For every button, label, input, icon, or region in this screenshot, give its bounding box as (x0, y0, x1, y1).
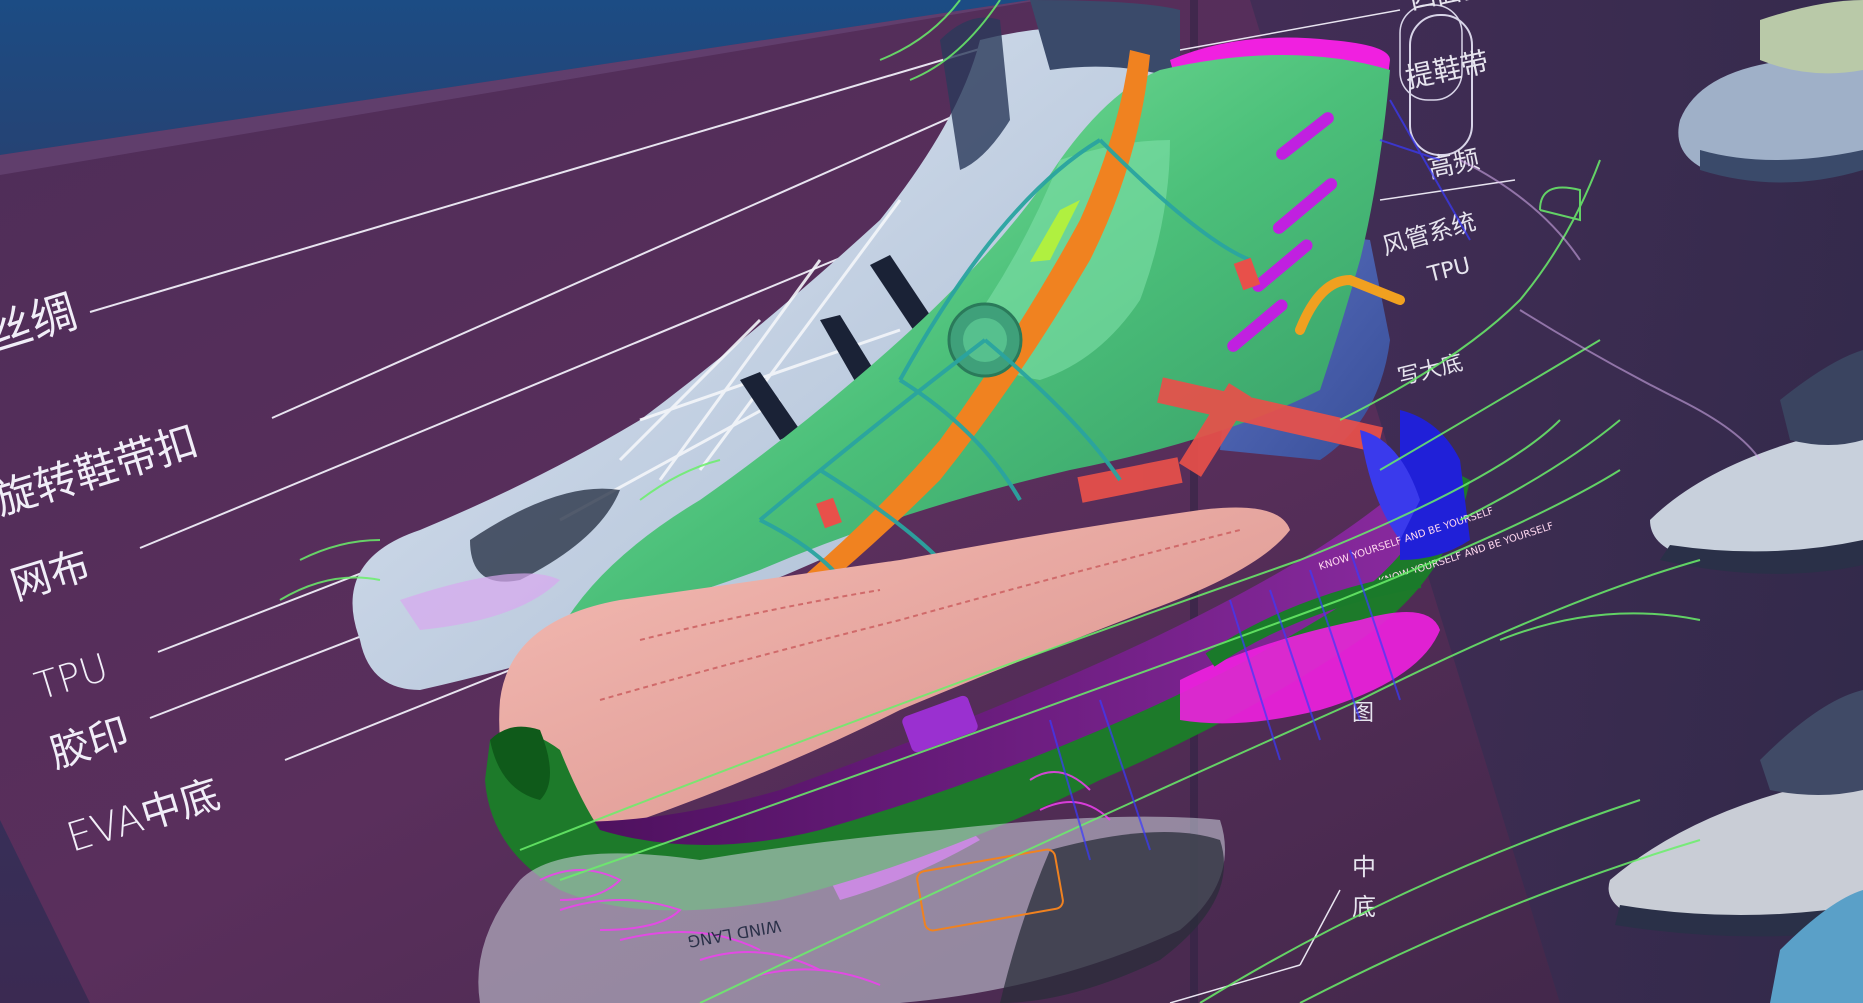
shoe-design-scene: 丝绸 旋转鞋带扣 网布 TPU 胶印 EVA中底 四面弹 提鞋带 高频 风管系统… (0, 0, 1863, 1003)
callout-mid: 中 (1352, 853, 1376, 881)
